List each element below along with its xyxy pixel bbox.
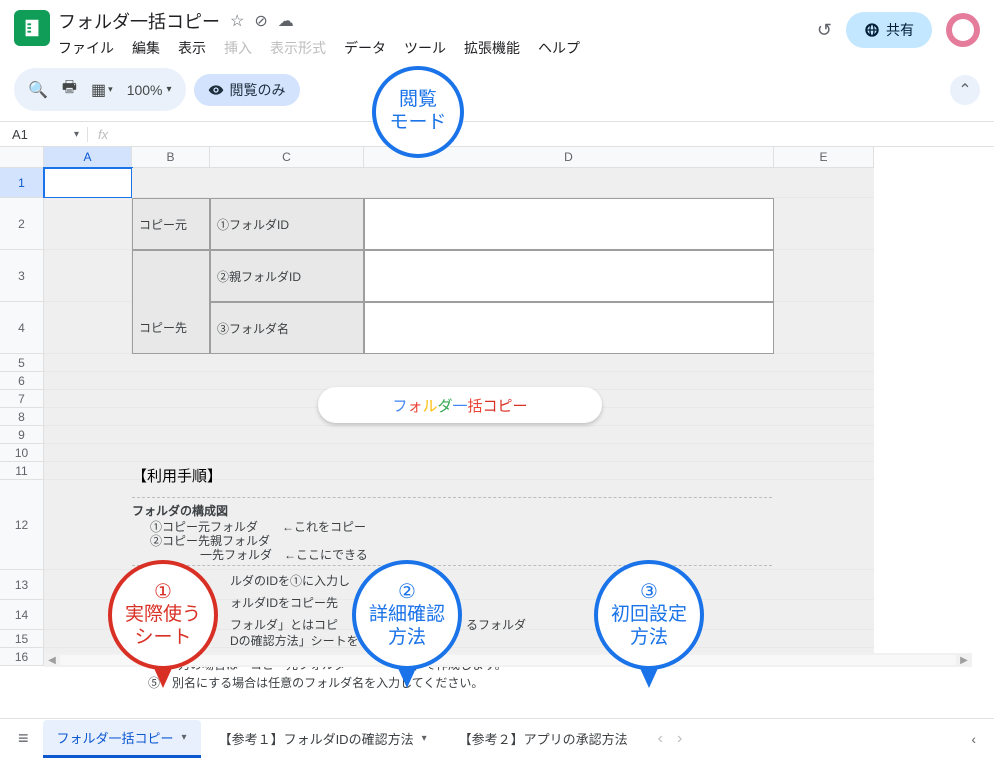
- search-icon[interactable]: 🔍: [28, 80, 48, 100]
- callout-sheet-1: ① 実際使う シート: [108, 560, 218, 670]
- menu-edit[interactable]: 編集: [132, 38, 160, 58]
- toolbar-chip: 🔍 🖶 ▦▾ 100% ▾: [14, 68, 186, 111]
- cell-C4[interactable]: ③フォルダ名: [210, 302, 364, 354]
- cell-B4[interactable]: コピー先: [132, 302, 210, 354]
- tab-prev-icon: ‹: [658, 730, 663, 748]
- cell-A1[interactable]: [44, 168, 132, 198]
- menu-data[interactable]: データ: [344, 38, 386, 58]
- cell-B3[interactable]: [132, 250, 210, 302]
- cell-D4[interactable]: [364, 302, 774, 354]
- doc-title[interactable]: フォルダ一括コピー: [58, 8, 220, 34]
- cell-C3[interactable]: ②親フォルダID: [210, 250, 364, 302]
- collapse-toolbar-icon[interactable]: ⌃: [950, 75, 980, 105]
- menu-extensions[interactable]: 拡張機能: [464, 38, 520, 58]
- menu-help[interactable]: ヘルプ: [538, 38, 580, 58]
- toolbar: 🔍 🖶 ▦▾ 100% ▾ 閲覧のみ ⌃: [0, 58, 994, 121]
- user-avatar[interactable]: [946, 13, 980, 47]
- row-header-2[interactable]: 2: [0, 198, 44, 250]
- menu-format: 表示形式: [270, 38, 326, 58]
- eye-icon: [208, 82, 224, 98]
- filter-icon[interactable]: ▦▾: [91, 80, 113, 100]
- tab-nav-arrows[interactable]: ‹ ›: [650, 730, 691, 748]
- callout-sheet-3: ③ 初回設定 方法: [594, 560, 704, 670]
- history-icon[interactable]: ↺: [817, 20, 832, 41]
- folder-copy-button[interactable]: フォルダ一括コピー: [318, 387, 602, 423]
- instructions-heading: 【利用手順】: [132, 465, 222, 486]
- cell-C2[interactable]: ①フォルダID: [210, 198, 364, 250]
- side-panel-toggle-icon[interactable]: ‹: [961, 731, 986, 747]
- col-header-C[interactable]: C: [210, 147, 364, 168]
- cloud-icon[interactable]: ☁: [278, 11, 294, 31]
- cell-B2[interactable]: コピー元: [132, 198, 210, 250]
- sheet-tab-3[interactable]: 【参考２】アプリの承認方法: [445, 721, 642, 756]
- row-header-4[interactable]: 4: [0, 302, 44, 354]
- menu-file[interactable]: ファイル: [58, 38, 114, 58]
- all-sheets-icon[interactable]: ≡: [8, 722, 39, 755]
- name-box[interactable]: A1 ▾: [0, 127, 88, 142]
- sheet-tab-active[interactable]: フォルダ一括コピー▾: [43, 720, 201, 758]
- menu-view[interactable]: 表示: [178, 38, 206, 58]
- row-header-1[interactable]: 1: [0, 168, 44, 198]
- fx-icon: fx: [88, 127, 118, 142]
- col-header-B[interactable]: B: [132, 147, 210, 168]
- star-icon[interactable]: ☆: [230, 11, 244, 31]
- share-button[interactable]: 共有: [846, 12, 932, 48]
- share-label: 共有: [886, 20, 914, 40]
- cell-D3[interactable]: [364, 250, 774, 302]
- callout-view-mode: 閲覧 モード: [372, 66, 464, 158]
- view-mode-chip[interactable]: 閲覧のみ: [194, 74, 300, 106]
- sheet-tab-2[interactable]: 【参考１】フォルダIDの確認方法▾: [205, 721, 441, 756]
- cloud-check-icon[interactable]: ⊘: [254, 11, 267, 31]
- col-header-E[interactable]: E: [774, 147, 874, 168]
- col-header-A[interactable]: A: [44, 147, 132, 168]
- callout-sheet-2: ② 詳細確認 方法: [352, 560, 462, 670]
- sheet-tabs-bar: ≡ フォルダ一括コピー▾ 【参考１】フォルダIDの確認方法▾ 【参考２】アプリの…: [0, 718, 994, 758]
- menu-tools[interactable]: ツール: [404, 38, 446, 58]
- menu-insert: 挿入: [224, 38, 252, 58]
- app-header: フォルダ一括コピー ☆ ⊘ ☁ ファイル 編集 表示 挿入 表示形式 データ ツ…: [0, 0, 994, 58]
- cell-D2[interactable]: [364, 198, 774, 250]
- print-icon[interactable]: 🖶: [62, 76, 77, 103]
- zoom-select[interactable]: 100% ▾: [127, 82, 172, 98]
- sheets-app-icon[interactable]: [14, 10, 50, 46]
- row-header-3[interactable]: 3: [0, 250, 44, 302]
- tab-next-icon: ›: [677, 730, 682, 748]
- formula-bar: A1 ▾ fx: [0, 121, 994, 147]
- menu-bar: ファイル 編集 表示 挿入 表示形式 データ ツール 拡張機能 ヘルプ: [58, 38, 817, 58]
- globe-icon: [864, 22, 880, 38]
